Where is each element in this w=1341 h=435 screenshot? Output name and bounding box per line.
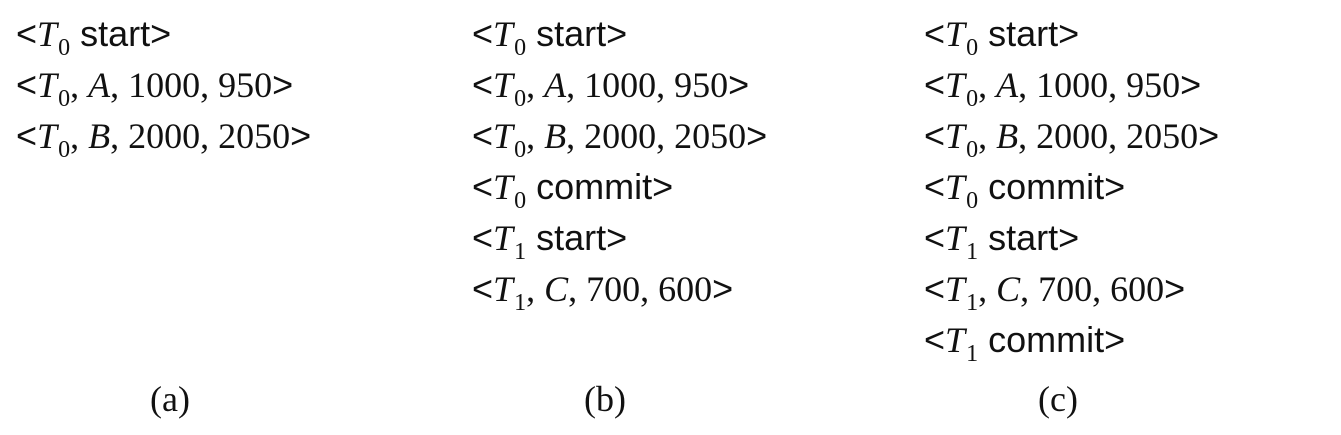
transaction-name: T (945, 116, 966, 156)
new-value: 600 (1110, 269, 1165, 309)
log-record-start: <T1 start> (924, 217, 1080, 265)
log-record-update: <T0, A, 1000, 950> (472, 64, 750, 112)
transaction-name: T (493, 65, 514, 105)
old-value: 2000 (1036, 116, 1109, 156)
transaction-subscript: 0 (514, 86, 527, 112)
data-item: C (996, 269, 1021, 309)
log-record-start: <T0 start> (924, 13, 1080, 61)
transaction-name: T (493, 269, 514, 309)
transaction-name: T (493, 167, 514, 207)
transaction-subscript: 0 (58, 137, 71, 163)
log-column-b: <T0 start> <T0, A, 1000, 950> <T0, B, 2000… (472, 8, 768, 316)
new-value: 950 (674, 65, 729, 105)
data-item: A (544, 65, 567, 105)
transaction-name: T (493, 218, 514, 258)
transaction-subscript: 1 (514, 239, 527, 265)
record-keyword: commit (536, 166, 653, 207)
data-item: C (544, 269, 569, 309)
old-value: 1000 (584, 65, 657, 105)
log-column-a: <T0 start> <T0, A, 1000, 950> <T0, B, 2000… (16, 8, 312, 163)
transaction-subscript: 0 (966, 188, 979, 214)
transaction-subscript: 1 (514, 290, 527, 316)
new-value: 950 (1126, 65, 1181, 105)
new-value: 2050 (674, 116, 747, 156)
transaction-subscript: 0 (514, 137, 527, 163)
record-keyword: start (80, 13, 151, 54)
transaction-name: T (945, 14, 966, 54)
transaction-name: T (945, 269, 966, 309)
transaction-subscript: 1 (966, 341, 979, 367)
log-record-start: <T0 start> (472, 13, 628, 61)
transaction-name: T (493, 14, 514, 54)
transaction-subscript: 0 (966, 35, 979, 61)
log-record-update: <T0, A, 1000, 950> (924, 64, 1202, 112)
new-value: 2050 (1126, 116, 1199, 156)
old-value: 700 (1038, 269, 1093, 309)
transaction-name: T (945, 65, 966, 105)
log-record-commit: <T0 commit> (924, 166, 1126, 214)
log-record-update: <T0, B, 2000, 2050> (16, 115, 312, 163)
log-record-commit: <T1 commit> (924, 319, 1126, 367)
transaction-subscript: 1 (966, 290, 979, 316)
transaction-name: T (37, 116, 58, 156)
log-record-start: <T1 start> (472, 217, 628, 265)
transaction-subscript: 0 (966, 137, 979, 163)
transaction-subscript: 0 (514, 188, 527, 214)
record-keyword: start (536, 217, 607, 258)
record-keyword: commit (988, 319, 1105, 360)
data-item: B (996, 116, 1019, 156)
transaction-subscript: 0 (58, 35, 71, 61)
transaction-name: T (945, 320, 966, 360)
log-record-update: <T0, A, 1000, 950> (16, 64, 294, 112)
data-item: A (996, 65, 1019, 105)
data-item: B (88, 116, 111, 156)
transaction-name: T (37, 65, 58, 105)
transaction-name: T (37, 14, 58, 54)
log-record-commit: <T0 commit> (472, 166, 674, 214)
caption-b: (b) (584, 379, 626, 419)
caption-a: (a) (150, 379, 190, 419)
old-value: 1000 (1036, 65, 1109, 105)
log-record-start: <T0 start> (16, 13, 172, 61)
log-record-update: <T0, B, 2000, 2050> (924, 115, 1220, 163)
caption-c: (c) (1038, 379, 1078, 419)
record-keyword: start (988, 13, 1059, 54)
old-value: 2000 (584, 116, 657, 156)
record-keyword: commit (988, 166, 1105, 207)
log-record-update: <T1, C, 700, 600> (472, 268, 734, 316)
old-value: 1000 (128, 65, 201, 105)
new-value: 600 (658, 269, 713, 309)
transaction-name: T (945, 218, 966, 258)
old-value: 700 (586, 269, 641, 309)
log-column-c: <T0 start> <T0, A, 1000, 950> <T0, B, 2000… (924, 8, 1220, 367)
new-value: 2050 (218, 116, 291, 156)
transaction-subscript: 0 (514, 35, 527, 61)
transaction-subscript: 0 (58, 86, 71, 112)
log-record-update: <T0, B, 2000, 2050> (472, 115, 768, 163)
data-item: B (544, 116, 567, 156)
data-item: A (88, 65, 111, 105)
log-record-update: <T1, C, 700, 600> (924, 268, 1186, 316)
transaction-name: T (945, 167, 966, 207)
transaction-name: T (493, 116, 514, 156)
transaction-subscript: 1 (966, 239, 979, 265)
record-keyword: start (536, 13, 607, 54)
old-value: 2000 (128, 116, 201, 156)
transaction-subscript: 0 (966, 86, 979, 112)
new-value: 950 (218, 65, 273, 105)
record-keyword: start (988, 217, 1059, 258)
